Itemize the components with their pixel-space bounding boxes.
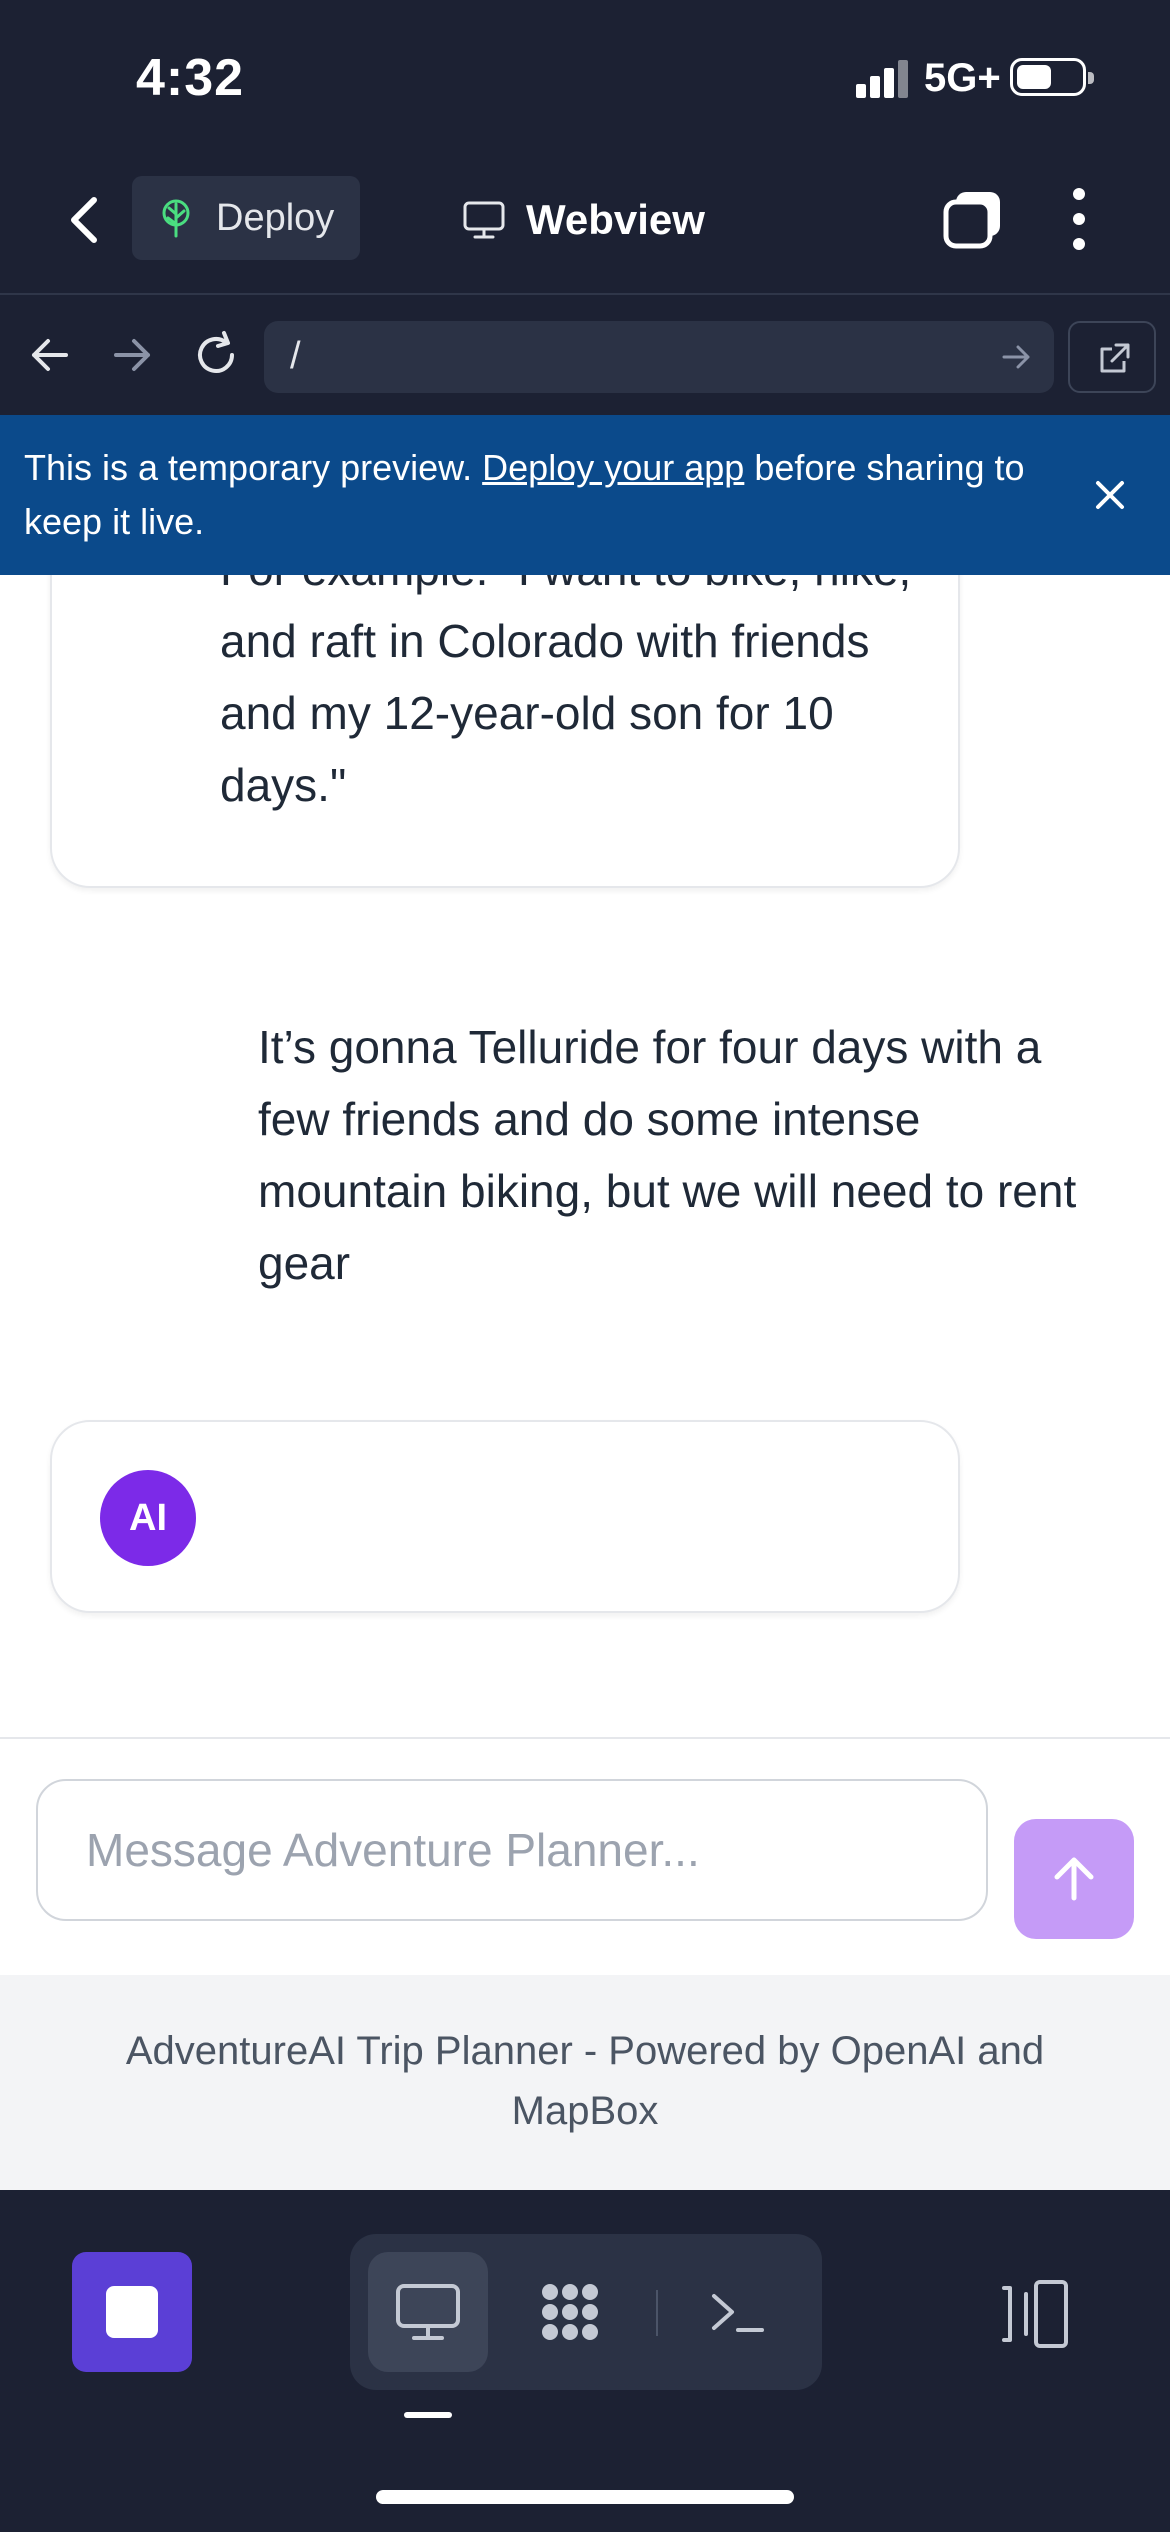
monitor-icon [396,2284,460,2340]
preview-banner: This is a temporary preview. Deploy your… [0,415,1170,575]
banner-text-before: This is a temporary preview. [24,447,483,488]
banner-text: This is a temporary preview. Deploy your… [24,441,1064,549]
more-vertical-icon [1073,188,1085,250]
user-message: It’s gonna Telluride for four days with … [258,1021,1077,1289]
nav-back-button[interactable] [20,325,80,385]
assistant-message-text: For example: "I want to bike, hike, and … [220,575,911,811]
url-text: / [290,335,301,377]
console-view-button[interactable] [678,2252,798,2372]
chevron-left-icon [71,197,97,243]
app-header: Deploy Webview [0,150,1170,295]
bottom-app-bar [0,2190,1170,2532]
page-footer: AdventureAI Trip Planner - Powered by Op… [0,1975,1170,2190]
arrow-up-icon [1054,1857,1094,1901]
message-composer [0,1737,1170,1975]
url-toolbar: / [0,295,1170,415]
arrow-left-icon [32,339,68,371]
open-external-button[interactable] [1068,321,1156,393]
signal-strength-icon [856,58,912,98]
stop-button[interactable] [72,2252,192,2372]
close-icon[interactable] [1086,471,1134,519]
deploy-tree-icon [162,199,190,238]
terminal-icon [712,2294,764,2332]
puzzle-grid-icon [542,2284,598,2340]
workspace-view-button[interactable] [510,2252,630,2372]
deploy-button[interactable]: Deploy [132,176,360,260]
external-link-icon [1100,343,1130,373]
network-type: 5G+ [924,56,1001,100]
more-options-button[interactable] [1064,186,1094,252]
webview-tab-title[interactable]: Webview [462,190,705,250]
url-go-arrow-icon[interactable] [996,337,1036,377]
active-view-indicator [404,2412,452,2418]
tabs-icon [943,192,1000,249]
split-view-button[interactable] [996,2274,1076,2354]
assistant-message-loading: AI [50,1420,960,1613]
message-input[interactable] [36,1779,988,1921]
reload-icon [198,331,234,373]
home-indicator[interactable] [376,2490,794,2504]
battery-icon [1010,58,1094,96]
deploy-app-link[interactable]: Deploy your app [482,447,744,488]
stop-icon [106,2286,158,2338]
monitor-icon [463,201,505,239]
webview-view-button[interactable] [368,2252,488,2372]
url-input[interactable]: / [264,321,1054,393]
status-time: 4:32 [136,49,245,107]
tab-title: Webview [526,196,705,243]
status-bar: 4:32 5G+ [0,0,1170,150]
footer-text: AdventureAI Trip Planner - Powered by Op… [125,2029,1045,2133]
assistant-message: For example: "I want to bike, hike, and … [50,575,960,888]
switcher-divider [656,2290,658,2336]
send-button[interactable] [1014,1819,1134,1939]
tabs-button[interactable] [940,186,1006,252]
split-view-icon [1002,2280,1068,2348]
arrow-right-icon [114,339,150,371]
back-button[interactable] [60,190,110,250]
chat-messages: For example: "I want to bike, hike, and … [0,575,1170,1737]
deploy-label: Deploy [216,196,335,239]
view-switcher [350,2234,822,2390]
assistant-avatar: AI [100,1470,196,1566]
nav-forward-button[interactable] [102,325,162,385]
reload-button[interactable] [186,325,246,385]
